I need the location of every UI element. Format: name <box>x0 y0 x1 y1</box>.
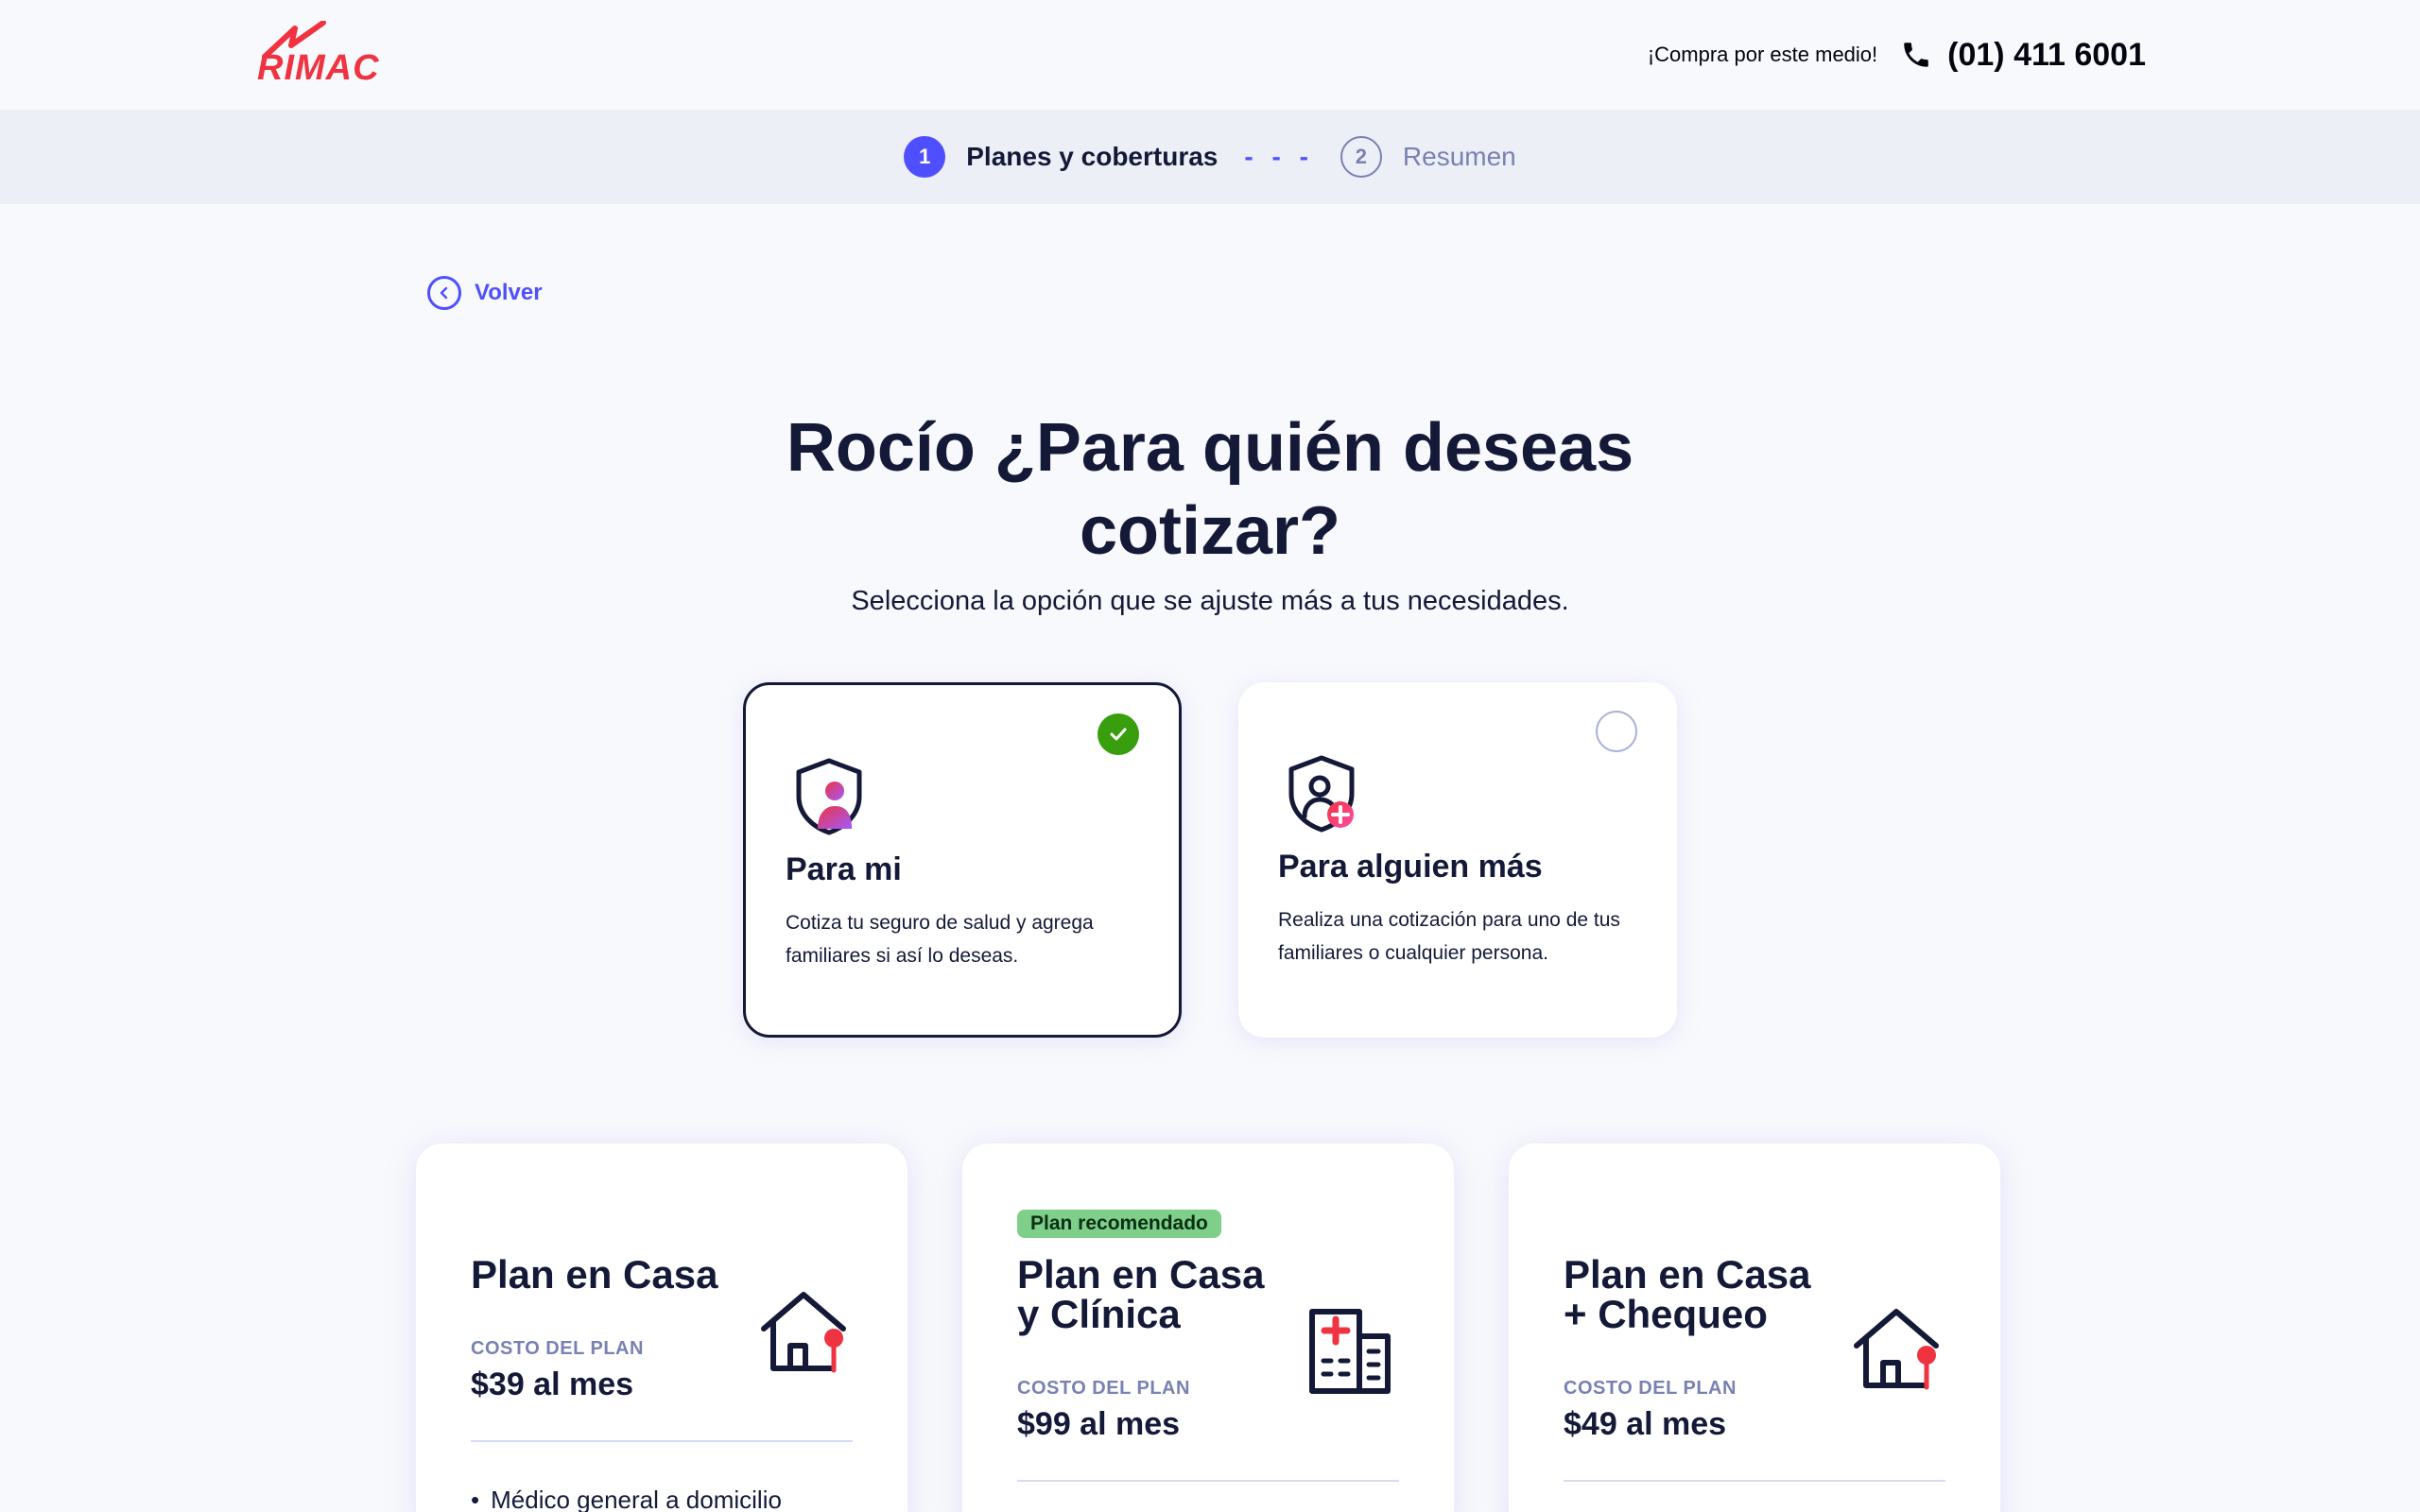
plan-divider <box>1564 1480 1945 1482</box>
plan-name: Plan en Casa y Clínica <box>1017 1252 1265 1336</box>
step-number: 1 <box>904 136 946 178</box>
plan-divider <box>1017 1480 1399 1482</box>
plan-cost-label: COSTO DEL PLAN <box>471 1338 644 1359</box>
clinic-icon <box>1309 1309 1391 1394</box>
house-icon <box>761 1292 846 1373</box>
plan-cost-label: COSTO DEL PLAN <box>1564 1378 1737 1399</box>
plan-price: $99 al mes <box>1017 1406 1181 1442</box>
rimac-logo[interactable]: RIMAC <box>257 21 389 89</box>
logo-text: RIMAC <box>257 48 380 88</box>
phone-icon <box>1904 43 1928 67</box>
shield-person-add-icon <box>1288 755 1355 833</box>
step-label: Planes y coberturas <box>966 142 1219 171</box>
recommended-badge: Plan recomendado <box>1017 1210 1221 1238</box>
option-description: Cotiza tu seguro de salud y agrega famil… <box>786 912 1094 967</box>
checkmark-icon <box>1098 713 1139 755</box>
step-plans: 1 Planes y coberturas <box>904 136 1218 178</box>
option-card-someone-else[interactable]: Para alguien más Realiza una cotización … <box>1238 682 1677 1038</box>
step-summary: 2 Resumen <box>1340 136 1516 178</box>
option-card-for-me[interactable]: Para mi Cotiza tu seguro de salud y agre… <box>743 682 1182 1038</box>
shield-person-icon <box>796 758 862 835</box>
option-title: Para mi <box>786 851 902 887</box>
house-pin-icon <box>1854 1309 1939 1390</box>
plan-divider <box>471 1440 853 1442</box>
header: RIMAC ¡Compra por este medio! (01) 411 6… <box>0 0 2420 110</box>
plan-card-casa[interactable]: Plan en Casa COSTO DEL PLAN $39 al mes M… <box>416 1143 908 1512</box>
plan-name: Plan en Casa <box>471 1252 718 1297</box>
plan-benefit: Médico general a domicilio <box>471 1486 782 1512</box>
step-number: 2 <box>1340 136 1382 178</box>
chevron-left-icon <box>427 276 461 310</box>
plan-card-casa-clinica[interactable]: Plan recomendado Plan en Casa y Clínica … <box>962 1143 1454 1512</box>
phone-link[interactable]: (01) 411 6001 <box>1900 37 2146 74</box>
plan-card-casa-chequeo[interactable]: Plan en Casa + Chequeo COSTO DEL PLAN $4… <box>1509 1143 2000 1512</box>
plan-price: $49 al mes <box>1564 1406 1727 1442</box>
promo-text: ¡Compra por este medio! <box>1647 43 1878 66</box>
plan-cost-label: COSTO DEL PLAN <box>1017 1378 1190 1399</box>
back-label: Volver <box>475 280 543 305</box>
page-subtitle: Selecciona la opción que se ajuste más a… <box>851 586 1569 616</box>
back-button[interactable]: Volver <box>427 276 543 310</box>
plan-name: Plan en Casa + Chequeo <box>1564 1252 1811 1336</box>
step-label: Resumen <box>1402 142 1516 171</box>
header-contact: ¡Compra por este medio! (01) 411 6001 <box>1648 28 2146 81</box>
step-separator: - - - <box>1244 142 1314 171</box>
stepper: 1 Planes y coberturas - - - 2 Resumen <box>0 110 2420 204</box>
option-description: Realiza una cotización para uno de tus f… <box>1278 909 1620 964</box>
option-title: Para alguien más <box>1278 849 1543 885</box>
radio-unchecked-icon <box>1596 711 1637 752</box>
phone-number: (01) 411 6001 <box>1947 36 2146 73</box>
page-title: Rocío ¿Para quién deseas cotizar? <box>786 410 1634 569</box>
plan-price: $39 al mes <box>471 1366 634 1402</box>
